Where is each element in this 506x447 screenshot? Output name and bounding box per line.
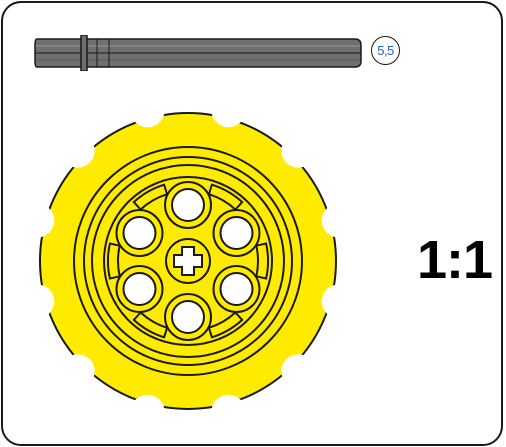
pin-hole — [219, 272, 254, 306]
pin-hole — [171, 300, 205, 334]
pin-hole — [122, 216, 157, 250]
gear-slot — [255, 242, 269, 280]
axle-length-text: 5,5 — [377, 43, 394, 58]
pin-hole — [171, 188, 205, 222]
pin-hole — [219, 216, 254, 250]
gear-icon — [39, 112, 337, 410]
gear-slot — [107, 242, 121, 280]
pin-hole — [122, 272, 157, 306]
axle-length-badge: 5,5 — [371, 36, 400, 65]
axle-image — [34, 35, 362, 71]
part-card: 5,5 1:1 — [1, 1, 503, 446]
gear-ratio-label: 1:1 — [417, 230, 493, 290]
